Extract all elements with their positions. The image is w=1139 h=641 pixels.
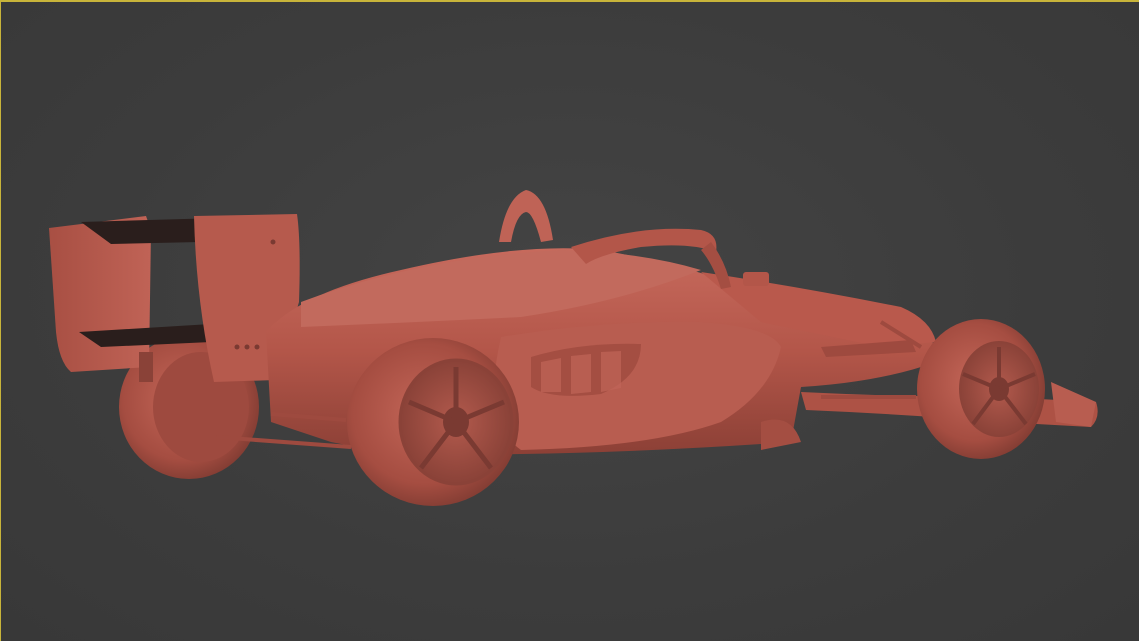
front-right-wheel: [917, 319, 1045, 459]
race-car-model[interactable]: [1, 2, 1139, 641]
roll-hoop: [499, 190, 553, 242]
rear-right-wheel: [347, 338, 519, 506]
3d-viewport[interactable]: [0, 0, 1139, 641]
